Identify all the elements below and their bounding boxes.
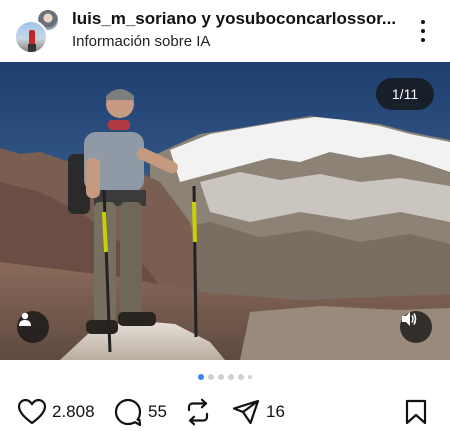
carousel-dot: [218, 374, 224, 380]
share-button[interactable]: 16: [232, 396, 285, 428]
comment-button[interactable]: 55: [114, 396, 167, 428]
repost-icon: [187, 398, 209, 426]
heart-icon: [18, 399, 46, 425]
share-count[interactable]: 16: [266, 402, 285, 422]
bookmark-icon: [405, 399, 427, 425]
post-actions-bar: 2.808 55 16: [0, 396, 450, 428]
carousel-dot-active: [198, 374, 204, 380]
like-button[interactable]: 2.808: [18, 396, 95, 428]
comment-count[interactable]: 55: [148, 402, 167, 422]
avatar-primary: [14, 20, 48, 54]
carousel-pagination: [0, 374, 450, 384]
speaker-icon[interactable]: [400, 311, 432, 343]
post-media-image[interactable]: 1/11: [0, 62, 450, 360]
post-header: luis_m_soriano y yosuboconcarlossor... I…: [0, 0, 450, 62]
post-author-names[interactable]: luis_m_soriano y yosuboconcarlossor...: [72, 9, 396, 29]
send-icon: [232, 399, 260, 425]
comment-icon: [114, 398, 142, 426]
carousel-dot: [238, 374, 244, 380]
carousel-dot: [228, 374, 234, 380]
ai-info-link[interactable]: Información sobre IA: [72, 33, 210, 50]
repost-button[interactable]: [184, 396, 212, 428]
avatar-icon[interactable]: [14, 8, 62, 54]
like-count[interactable]: 2.808: [52, 402, 95, 422]
user-tag-icon[interactable]: [17, 311, 49, 343]
carousel-dot: [248, 375, 252, 379]
more-vertical-icon[interactable]: [412, 18, 434, 44]
save-button[interactable]: [405, 396, 427, 428]
carousel-dot: [208, 374, 214, 380]
carousel-counter: 1/11: [376, 78, 434, 110]
